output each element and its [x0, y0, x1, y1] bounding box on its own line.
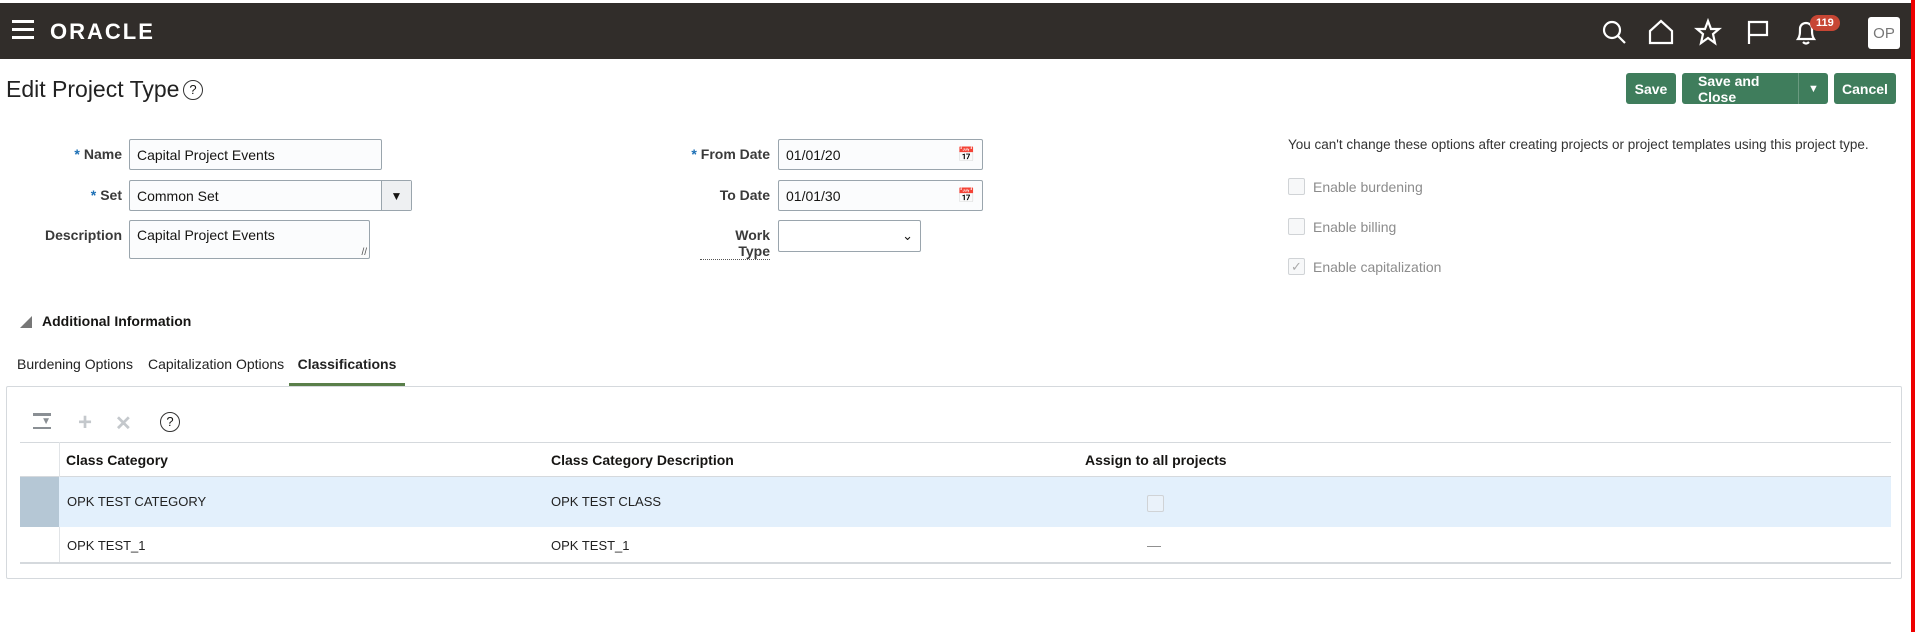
work-type-select[interactable]: ⌄ [778, 220, 921, 252]
page-title: Edit Project Type [6, 76, 180, 102]
option-label: Enable billing [1313, 218, 1397, 235]
column-header-class-category[interactable]: Class Category [66, 452, 168, 468]
option-enable-billing[interactable]: Enable billing [1288, 218, 1396, 235]
tab-burdening-options[interactable]: Burdening Options [17, 356, 133, 372]
work-type-label: Work Type [700, 227, 770, 260]
calendar-icon[interactable]: 📅 [958, 187, 975, 204]
tab-capitalization-options[interactable]: Capitalization Options [148, 356, 284, 372]
set-select[interactable]: Common Set ▼ [129, 180, 412, 211]
option-label: Enable capitalization [1313, 258, 1442, 275]
notification-badge: 119 [1810, 15, 1840, 31]
checkbox[interactable] [1288, 218, 1305, 235]
resize-handle-icon[interactable]: // [361, 247, 367, 258]
from-date-value: 01/01/20 [786, 146, 841, 163]
save-and-close-button[interactable]: Save and Close ▼ [1682, 72, 1828, 105]
help-icon[interactable]: ? [183, 80, 203, 100]
table-header [20, 442, 1891, 477]
checkbox-checked[interactable]: ✓ [1288, 258, 1305, 275]
chevron-down-icon[interactable]: ▼ [381, 181, 411, 210]
to-date-label: To Date [719, 187, 770, 203]
column-header-class-category-description[interactable]: Class Category Description [551, 452, 734, 468]
from-date-input[interactable]: 01/01/20 📅 [778, 139, 983, 170]
class-category-description-cell: OPK TEST CLASS [551, 494, 662, 509]
assign-to-all-projects-readonly: — [1147, 537, 1161, 553]
table-row[interactable]: OPK TEST CATEGORY OPK TEST CLASS [20, 477, 1891, 527]
option-enable-capitalization[interactable]: ✓ Enable capitalization [1288, 258, 1441, 275]
collapse-triangle-icon[interactable] [20, 316, 32, 328]
name-label: * Name [74, 146, 122, 162]
row-selector[interactable] [20, 477, 59, 527]
window-edge [1911, 0, 1915, 632]
from-date-label: * From Date [691, 146, 770, 162]
name-input[interactable]: Capital Project Events [129, 139, 382, 170]
oracle-logo[interactable]: ORACLE [50, 19, 155, 45]
cancel-button[interactable]: Cancel [1834, 73, 1896, 104]
add-icon[interactable]: + [78, 409, 92, 437]
class-category-cell: OPK TEST_1 [67, 538, 146, 553]
calendar-icon[interactable]: 📅 [958, 146, 975, 163]
help-icon[interactable]: ? [160, 412, 180, 432]
home-icon[interactable] [1647, 18, 1675, 46]
search-icon[interactable] [1600, 18, 1628, 46]
set-label: * Set [90, 187, 122, 203]
save-and-close-label: Save and Close [1698, 72, 1760, 105]
additional-information-header[interactable]: Additional Information [42, 313, 191, 329]
save-options-dropdown[interactable]: ▼ [1798, 73, 1828, 104]
to-date-input[interactable]: 01/01/30 📅 [778, 180, 983, 211]
menu-icon[interactable] [12, 20, 34, 40]
checkbox[interactable] [1288, 178, 1305, 195]
class-category-description-cell: OPK TEST_1 [551, 538, 630, 553]
option-label: Enable burdening [1313, 178, 1423, 195]
global-header: ORACLE 119 OP [0, 3, 1911, 59]
star-icon[interactable] [1693, 17, 1723, 46]
delete-icon[interactable]: ✕ [115, 411, 132, 436]
description-textarea[interactable]: Capital Project Events // [129, 220, 370, 259]
column-header-assign-to-all-projects[interactable]: Assign to all projects [1085, 452, 1227, 468]
description-label: Description [44, 227, 122, 243]
set-value: Common Set [137, 187, 219, 204]
chevron-down-icon: ⌄ [902, 228, 913, 243]
tab-classifications[interactable]: Classifications [289, 356, 405, 386]
save-button[interactable]: Save [1626, 73, 1676, 104]
assign-to-all-projects-checkbox[interactable] [1147, 495, 1164, 512]
class-category-cell: OPK TEST CATEGORY [67, 494, 207, 509]
flag-icon[interactable] [1744, 18, 1772, 46]
avatar[interactable]: OP [1868, 17, 1900, 49]
to-date-value: 01/01/30 [786, 187, 841, 204]
option-enable-burdening[interactable]: Enable burdening [1288, 178, 1423, 195]
table-row[interactable]: OPK TEST_1 OPK TEST_1 — [20, 527, 1891, 564]
options-note: You can't change these options after cre… [1288, 137, 1869, 152]
description-value: Capital Project Events [137, 227, 275, 243]
query-by-example-icon[interactable]: ▼ [33, 413, 51, 429]
